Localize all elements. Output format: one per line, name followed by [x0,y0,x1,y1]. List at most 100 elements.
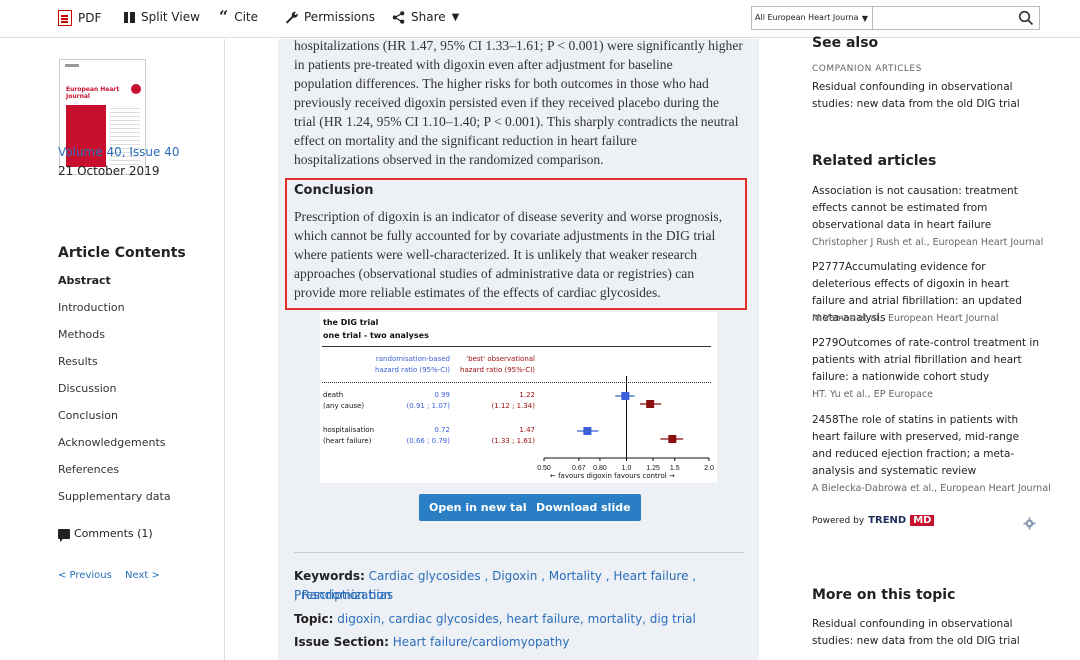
related-article-link[interactable]: P279Outcomes of rate-control treatment i… [812,335,1042,386]
comments-link[interactable]: Comments (1) [58,527,153,542]
body-line: previously received digoxin persisted ev… [294,95,720,110]
contents-item-results[interactable]: Results [58,356,171,383]
contents-item-conclusion[interactable]: Conclusion [58,410,171,437]
article-contents-list: Abstract Introduction Methods Results Di… [58,275,171,518]
conclusion-line: which cannot be fully accounted for by c… [294,228,716,243]
contents-item-introduction[interactable]: Introduction [58,302,171,329]
contents-item-abstract[interactable]: Abstract [58,275,171,302]
x-tick-label: 1.5 [670,465,680,472]
powered-by-label: Powered by [812,515,865,526]
trendmd-logo-text: TREND [868,515,907,526]
conclusion-line: provide more reliable estimates of the e… [294,285,661,300]
conclusion-text: Prescription of digoxin is an indicator … [294,207,744,302]
companion-article-link[interactable]: Residual confounding in observational st… [812,79,1042,113]
search-input[interactable] [873,6,1040,30]
article-contents-heading: Article Contents [58,245,186,261]
related-article-authors: M Vamos et al., European Heart Journal [812,313,999,324]
body-line: effect on mortality and the significant … [294,133,637,148]
share-button[interactable]: Share ▼ [392,10,459,24]
caret-down-icon: ▼ [861,14,868,23]
trendmd-logo-badge: MD [910,515,935,526]
abstract-results-text: hospitalizations (HR 1.47, 95% CI 1.33–1… [294,36,746,169]
see-also-heading: See also [812,35,879,51]
favours-label: ← favours digoxin favours control → [550,472,675,480]
wrench-icon [285,11,298,24]
top-toolbar: PDF Split View “ Cite Permissions Share … [0,0,1080,38]
issue-date: 21 October 2019 [58,164,160,178]
search-scope-value: All European Heart Journa [755,13,859,22]
body-line: hospitalizations (HR 1.47, 95% CI 1.33–1… [294,38,743,53]
section-divider [294,552,744,553]
search-scope-select[interactable]: All European Heart Journa ▼ [751,6,873,30]
related-article-link[interactable]: 2458The role of statins in patients with… [812,412,1042,480]
contents-item-methods[interactable]: Methods [58,329,171,356]
previous-link[interactable]: < Previous [58,570,112,581]
related-article-authors: HT. Yu et al., EP Europace [812,389,933,400]
issue-section-label: Issue Section: [294,635,389,649]
body-line: trial (HR 1.24, 95% CI 1.10–1.40; P < 0.… [294,114,739,129]
search-bar: All European Heart Journa ▼ [751,6,1040,30]
pdf-button[interactable]: PDF [58,10,101,26]
conclusion-line: approaches (observational studies of adm… [294,266,695,281]
body-line: population differences. The higher risks… [294,76,709,91]
topic-label: Topic: [294,612,334,626]
split-view-icon [124,11,135,23]
quote-icon: “ [219,7,229,26]
cite-label: Cite [234,10,259,24]
point-estimate [668,435,677,443]
gear-icon[interactable] [1023,517,1036,530]
open-in-new-tab-button[interactable]: Open in new tab [419,494,541,521]
point-estimate [646,400,655,408]
body-line: in patients pre-treated with digoxin eve… [294,57,673,72]
search-icon[interactable] [1018,10,1034,26]
contents-item-discussion[interactable]: Discussion [58,383,171,410]
cover-badge [131,84,141,94]
more-on-topic-link[interactable]: Residual confounding in observational st… [812,616,1042,650]
companion-articles-label: COMPANION ARTICLES [812,64,922,74]
share-label: Share [411,10,446,24]
article-pager: < Previous Next > [58,570,170,581]
conclusion-line: where patients were well-characterized. … [294,247,698,262]
comment-icon [58,528,70,542]
contents-item-acknowledgements[interactable]: Acknowledgements [58,437,171,464]
issue-section-link[interactable]: Heart failure/cardiomyopathy [393,635,570,649]
split-view-button[interactable]: Split View [124,10,200,24]
x-tick-label: 1.25 [646,465,660,472]
forest-plot: 0.50 0.67 0.80 1.0 1.25 1.5 2.0 [537,376,714,472]
share-icon [392,10,405,24]
more-on-topic-heading: More on this topic [812,587,956,603]
conclusion-line: Prescription of digoxin is an indicator … [294,209,723,224]
powered-by-trendmd[interactable]: Powered by TREND MD [812,515,935,526]
x-tick-label: 0.67 [572,465,586,472]
keywords-links-cont[interactable]: , Randomization [294,586,746,605]
point-estimate [583,427,592,435]
related-article-authors: A Bielecka-Dabrowa et al., European Hear… [812,483,1051,494]
caret-down-icon: ▼ [451,11,460,23]
conclusion-heading: Conclusion [294,183,374,198]
split-view-label: Split View [141,10,200,24]
download-slide-button[interactable]: Download slide [526,494,641,521]
body-line: hospitalizations observed in the randomi… [294,152,604,167]
topic-row: Topic: digoxin, cardiac glycosides, hear… [294,610,746,629]
comments-label: Comments (1) [74,527,153,540]
pdf-label: PDF [78,11,102,25]
issue-section-row: Issue Section: Heart failure/cardiomyopa… [294,633,746,652]
contents-item-references[interactable]: References [58,464,171,491]
permissions-label: Permissions [304,10,375,24]
keywords-label: Keywords: [294,569,365,583]
related-article-link[interactable]: Association is not causation: treatment … [812,183,1042,234]
point-estimate [621,392,630,400]
cite-button[interactable]: “ Cite [219,7,259,26]
permissions-button[interactable]: Permissions [285,10,375,24]
x-tick-label: 0.50 [537,465,551,472]
next-link[interactable]: Next > [125,570,160,581]
volume-link[interactable]: Volume 40, Issue 40 [58,145,179,159]
graphical-abstract-figure[interactable]: the DIG trial one trial - two analyses r… [320,312,717,483]
contents-item-supplementary[interactable]: Supplementary data [58,491,171,518]
x-tick-label: 2.0 [704,465,714,472]
topic-links[interactable]: digoxin, cardiac glycosides, heart failu… [337,612,696,626]
related-article-authors: Christopher J Rush et al., European Hear… [812,237,1044,248]
related-articles-heading: Related articles [812,153,937,169]
cover-header [65,64,79,67]
x-tick-label: 1.0 [622,465,632,472]
